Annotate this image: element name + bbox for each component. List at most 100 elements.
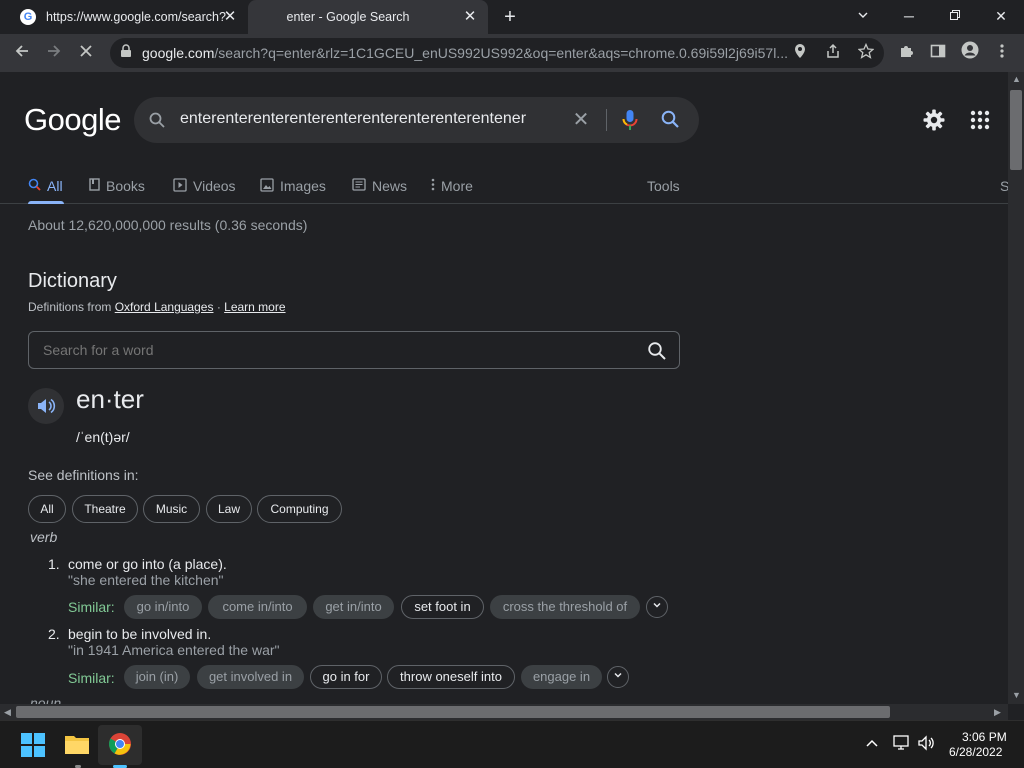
synonym-chip[interactable]: join (in) <box>124 665 190 689</box>
word-search-input[interactable] <box>43 342 623 358</box>
taskbar-clock-date[interactable]: 6/28/2022 <box>949 745 1002 759</box>
sense-definition: come or go into (a place). <box>68 556 227 572</box>
chrome-icon[interactable] <box>108 732 132 761</box>
source-separator: · <box>216 300 221 314</box>
synonym-chip[interactable]: go in for <box>310 665 382 689</box>
synonym-chip[interactable]: engage in <box>521 665 602 689</box>
chip-computing[interactable]: Computing <box>257 495 342 523</box>
restore-button[interactable] <box>940 4 970 28</box>
network-icon[interactable] <box>893 735 911 756</box>
tab-books-label: Books <box>106 178 145 194</box>
scroll-right-arrow-icon[interactable]: ▶ <box>994 707 1001 718</box>
extensions-puzzle-icon[interactable] <box>893 40 919 66</box>
tab-more[interactable]: More <box>431 172 473 200</box>
chip-law[interactable]: Law <box>206 495 252 523</box>
next-part-of-speech: noun <box>30 695 62 704</box>
url-text[interactable]: google.com/search?q=enter&rlz=1C1GCEU_en… <box>142 45 792 61</box>
chip-all[interactable]: All <box>28 495 66 523</box>
new-tab-button[interactable]: + <box>499 6 521 28</box>
active-tab-indicator <box>28 201 64 204</box>
stop-loading-button[interactable] <box>73 40 99 66</box>
search-icon[interactable] <box>647 341 667 366</box>
more-vert-icon <box>431 178 435 194</box>
headword: en·ter <box>76 384 144 414</box>
chip-theatre[interactable]: Theatre <box>72 495 138 523</box>
tab-images[interactable]: Images <box>260 172 326 200</box>
search-box[interactable]: enterenterenterenterenterenterenterenter… <box>134 97 699 143</box>
settings-gear-icon[interactable] <box>922 108 946 137</box>
voice-search-mic-icon[interactable] <box>620 109 640 136</box>
browser-menu-icon[interactable] <box>989 40 1015 66</box>
see-definitions-label: See definitions in: <box>28 467 139 483</box>
minimize-button[interactable]: ─ <box>894 4 924 28</box>
tools-button[interactable]: Tools <box>647 172 680 200</box>
google-apps-grid-icon[interactable] <box>970 110 990 135</box>
tab-all-label: All <box>47 178 63 194</box>
tab-books[interactable]: Books <box>89 172 145 200</box>
scroll-down-arrow-icon[interactable]: ▼ <box>1012 690 1021 700</box>
tab-videos-label: Videos <box>193 178 236 194</box>
tab-close-icon[interactable]: ✕ <box>462 9 478 25</box>
search-color-icon <box>28 178 41 194</box>
scroll-left-arrow-icon[interactable]: ◀ <box>4 707 11 718</box>
tab-images-label: Images <box>280 178 326 194</box>
scroll-up-arrow-icon[interactable]: ▲ <box>1012 74 1021 84</box>
volume-icon[interactable] <box>917 735 935 756</box>
tab-search-chevron-icon[interactable] <box>848 4 878 28</box>
forward-button[interactable] <box>41 40 67 66</box>
truncated-tab-label[interactable]: S <box>1000 172 1008 200</box>
synonym-chip[interactable]: get involved in <box>197 665 304 689</box>
file-explorer-icon[interactable] <box>64 732 90 761</box>
share-icon[interactable] <box>823 43 843 63</box>
windows-start-icon[interactable] <box>21 733 45 762</box>
sense-number: 2. <box>48 626 60 642</box>
search-input[interactable]: enterenterenterenterenterenterenterenter… <box>180 110 564 128</box>
browser-tab-2[interactable]: enter - Google Search ✕ <box>248 0 488 34</box>
search-results-page: Google enterenterenterenterenterenterent… <box>0 72 1008 704</box>
synonym-chip[interactable]: throw oneself into <box>387 665 515 689</box>
clear-search-icon[interactable]: ✕ <box>570 109 592 131</box>
search-box-divider <box>606 109 607 131</box>
part-of-speech: verb <box>30 529 58 545</box>
play-icon <box>173 177 187 195</box>
synonym-chip[interactable]: set foot in <box>401 595 484 619</box>
side-panel-icon[interactable] <box>925 40 951 66</box>
synonym-chip[interactable]: go in/into <box>124 595 202 619</box>
address-bar[interactable]: google.com/search?q=enter&rlz=1C1GCEU_en… <box>110 38 884 68</box>
taskbar-clock-time[interactable]: 3:06 PM <box>962 730 1007 744</box>
learn-more-link[interactable]: Learn more <box>224 300 285 314</box>
news-icon <box>352 178 366 194</box>
tab-news-label: News <box>372 178 408 194</box>
oxford-languages-link[interactable]: Oxford Languages <box>115 300 214 314</box>
tab-news[interactable]: News <box>352 172 407 200</box>
book-icon <box>89 178 100 194</box>
source-prefix: Definitions from <box>28 300 112 314</box>
location-pin-icon[interactable] <box>790 43 810 63</box>
tab-title: enter - Google Search <box>286 10 410 24</box>
expand-synonyms-chevron-icon[interactable] <box>646 596 668 618</box>
synonym-chip[interactable]: get in/into <box>313 595 394 619</box>
vertical-scroll-thumb[interactable] <box>1010 90 1022 170</box>
sense-number: 1. <box>48 556 60 572</box>
back-button[interactable] <box>9 40 35 66</box>
chip-music[interactable]: Music <box>143 495 200 523</box>
word-search-box[interactable] <box>28 331 680 369</box>
lock-icon[interactable] <box>116 43 136 63</box>
tab-close-icon[interactable]: ✕ <box>222 9 238 25</box>
tab-videos[interactable]: Videos <box>173 172 236 200</box>
tab-all[interactable]: All <box>28 172 63 200</box>
expand-synonyms-chevron-icon[interactable] <box>607 666 629 688</box>
tab-title: https://www.google.com/search? <box>46 10 226 24</box>
pronunciation-speaker-icon[interactable] <box>28 388 64 424</box>
synonym-chip[interactable]: come in/into <box>208 595 307 619</box>
horizontal-scroll-thumb[interactable] <box>16 706 890 718</box>
bookmark-star-icon[interactable] <box>856 42 876 63</box>
browser-tab-1[interactable]: G https://www.google.com/search? ✕ <box>8 0 248 34</box>
close-window-button[interactable]: ✕ <box>986 4 1016 28</box>
google-logo[interactable]: Google <box>24 102 121 138</box>
profile-avatar-icon[interactable] <box>957 40 983 66</box>
synonym-chip[interactable]: cross the threshold of <box>490 595 640 619</box>
search-submit-icon[interactable] <box>660 109 680 134</box>
show-hidden-icons-chevron-icon[interactable] <box>865 737 879 756</box>
windows-taskbar <box>0 720 1024 768</box>
